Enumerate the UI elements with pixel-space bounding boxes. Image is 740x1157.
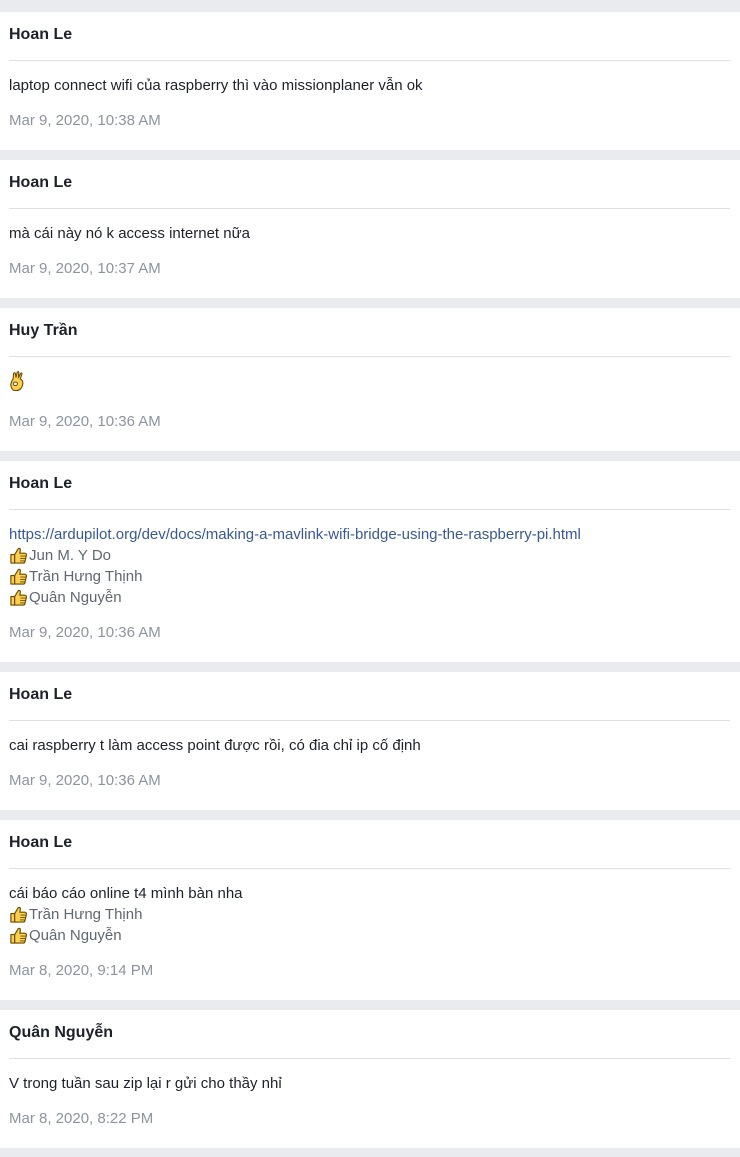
message-author[interactable]: Quân Nguyễn [9, 1010, 730, 1059]
message-author[interactable]: Hoan Le [9, 461, 730, 510]
message-feed: Hoan Le laptop connect wifi của raspberry… [0, 0, 740, 1148]
message-text: laptop connect wifi của raspberry thì và… [9, 77, 423, 94]
message-card: Hoan Le laptop connect wifi của raspberry… [0, 12, 740, 150]
message-text: mà cái này nó k access internet nữa [9, 225, 250, 242]
thumbs-up-icon [9, 567, 28, 586]
message-body: laptop connect wifi của raspberry thì và… [9, 61, 730, 96]
reaction-item[interactable]: Trần Hưng Thịnh [9, 904, 730, 925]
message-author[interactable]: Hoan Le [9, 160, 730, 209]
ok-hand-icon [9, 371, 25, 392]
message-body [9, 357, 730, 397]
thumbs-up-icon [9, 588, 28, 607]
message-card: Hoan Le https://ardupilot.org/dev/docs/ma… [0, 461, 740, 662]
message-text: cai raspberry t làm access point được rồ… [9, 737, 421, 754]
message-text: cái báo cáo online t4 mình bàn nha [9, 885, 243, 902]
message-timestamp: Mar 9, 2020, 10:38 AM [9, 112, 161, 129]
message-text: V trong tuần sau zip lại r gửi cho thầy … [9, 1075, 282, 1092]
message-timestamp: Mar 8, 2020, 9:14 PM [9, 962, 154, 979]
message-timestamp: Mar 9, 2020, 10:36 AM [9, 413, 161, 430]
message-timestamp: Mar 9, 2020, 10:36 AM [9, 772, 161, 789]
message-emoji [9, 371, 730, 397]
message-timestamp: Mar 8, 2020, 8:22 PM [9, 1110, 154, 1127]
message-body: https://ardupilot.org/dev/docs/making-a-… [9, 510, 730, 608]
message-card: Hoan Le cai raspberry t làm access point … [0, 672, 740, 810]
reaction-user-name: Trần Hưng Thịnh [29, 568, 143, 585]
thumbs-up-icon [9, 926, 28, 945]
reaction-user-name: Quân Nguyễn [29, 927, 122, 944]
message-timestamp: Mar 9, 2020, 10:36 AM [9, 624, 161, 641]
reaction-item[interactable]: Quân Nguyễn [9, 925, 730, 946]
message-body: cái báo cáo online t4 mình bàn nha Trần H… [9, 869, 730, 946]
message-body: cai raspberry t làm access point được rồ… [9, 721, 730, 756]
message-card: Hoan Le cái báo cáo online t4 mình bàn nh… [0, 820, 740, 1000]
message-author[interactable]: Huy Trần [9, 308, 730, 357]
message-author[interactable]: Hoan Le [9, 672, 730, 721]
reaction-user-name: Trần Hưng Thịnh [29, 906, 143, 923]
thumbs-up-icon [9, 546, 28, 565]
reaction-user-name: Jun M. Y Do [29, 547, 111, 564]
message-author[interactable]: Hoan Le [9, 12, 730, 61]
message-card: Huy Trần Mar 9, 2020, 10:36 AM [0, 308, 740, 451]
thumbs-up-icon [9, 905, 28, 924]
reaction-user-name: Quân Nguyễn [29, 589, 122, 606]
reaction-item[interactable]: Quân Nguyễn [9, 587, 730, 608]
reaction-item[interactable]: Trần Hưng Thịnh [9, 566, 730, 587]
message-body: V trong tuần sau zip lại r gửi cho thầy … [9, 1059, 730, 1094]
message-link[interactable]: https://ardupilot.org/dev/docs/making-a-… [9, 524, 730, 545]
message-card: Hoan Le mà cái này nó k access internet n… [0, 160, 740, 298]
message-card: Quân Nguyễn V trong tuần sau zip lại r gử… [0, 1010, 740, 1148]
message-timestamp: Mar 9, 2020, 10:37 AM [9, 260, 161, 277]
message-author[interactable]: Hoan Le [9, 820, 730, 869]
reaction-item[interactable]: Jun M. Y Do [9, 545, 730, 566]
message-body: mà cái này nó k access internet nữa [9, 209, 730, 244]
